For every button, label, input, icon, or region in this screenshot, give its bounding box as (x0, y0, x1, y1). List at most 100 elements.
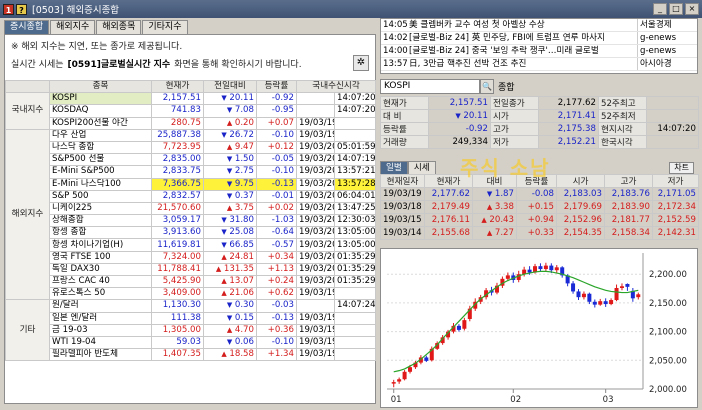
table-row[interactable]: S&P 500 2,832.57 ▼ 0.37 -0.01 19/03/20 06:04:0… (6, 189, 377, 203)
news-item[interactable]: 14:02 [글로벌-Biz 24] 英 민주당, FBI에 트럼프 연루 마사지… (381, 32, 697, 45)
tab-other-index[interactable]: 기타지수 (142, 20, 188, 34)
table-row[interactable]: 영국 FTSE 100 7,324.00 ▲ 24.81 +0.34 19/03/20 01… (6, 250, 377, 264)
daily-row[interactable]: 19/03/19 2,177.62 ▼ 1.87 -0.08 2,183.03 2,183.… (380, 187, 699, 201)
tab-daily[interactable]: 일별 (380, 161, 408, 174)
table-row[interactable]: 독일 DAX30 11,788.41 ▲ 131.35 +1.13 19/03/20 01:… (6, 262, 377, 277)
news-item[interactable]: 14:00 [글로벌-Biz 24] 중국 '보잉 추락 쟁쿠'…미래 글로벌 g-… (381, 45, 697, 58)
table-row[interactable]: 상해종합 3,059.17 ▼ 31.80 -1.03 19/03/20 12:30:03 (6, 214, 377, 228)
daily-row[interactable]: 19/03/18 2,179.49 ▲ 3.38 +0.15 2,179.69 2,183.… (380, 200, 699, 214)
tab-overseas-stock[interactable]: 해외종목 (96, 20, 142, 34)
minimize-button[interactable]: _ (653, 3, 667, 15)
daily-low: 2,142.31 (652, 226, 699, 240)
x-tick-label: 03 (603, 395, 614, 405)
index-name[interactable]: 상해종합 (49, 214, 152, 228)
recv-date: 19/03/20 (296, 177, 335, 191)
index-name[interactable]: E-Mini 나스닥100 (49, 177, 152, 191)
index-name[interactable]: KOSDAQ (49, 104, 152, 118)
table-row[interactable]: 해외지수 다우 산업 25,887.38 ▼ 26.72 -0.10 19/03/19 (5, 128, 377, 301)
index-name[interactable]: 프랑스 CAC 40 (49, 274, 152, 289)
y-tick-label: 2,200.00 (649, 270, 687, 280)
news-headline[interactable]: 日, 3만급 핵추진 선박 건조 추진 (409, 58, 637, 70)
news-item[interactable]: 13:57 日, 3만급 핵추진 선박 건조 추진 아시아경 (381, 58, 697, 71)
close-button[interactable]: × (685, 3, 699, 15)
recv-date: 19/03/19 (296, 335, 335, 350)
table-row[interactable]: 나스닥 종합 7,723.95 ▲ 9.47 +0.12 19/03/20 05:01:59 (6, 140, 377, 155)
index-name[interactable]: WTI 19-04 (49, 335, 152, 350)
index-name[interactable]: S&P500 선물 (49, 153, 152, 167)
index-name[interactable]: 일본 엔/달러 (49, 311, 152, 325)
table-row[interactable]: 국내지수 KOSPI 2,157.51 ▼ 20.11 -0.92 14:07:20 (5, 92, 377, 130)
daily-col-header[interactable]: 현재가 (424, 174, 473, 188)
news-headline[interactable]: [글로벌-Biz 24] 英 민주당, FBI에 트럼프 연루 마사지 (409, 32, 637, 44)
table-row[interactable]: KOSDAQ 741.83 ▼ 7.08 -0.95 14:07:20 (6, 104, 377, 118)
table-row[interactable]: KOSPI200선물 야간 280.75 ▲ 0.20 +0.07 19/03/19 (6, 116, 377, 130)
table-row[interactable]: 프랑스 CAC 40 5,425.90 ▲ 13.07 +0.24 19/03/20 01:… (6, 274, 377, 289)
table-row[interactable]: 항셍 종합 3,913.60 ▼ 25.08 -0.64 19/03/20 13:05:00 (6, 226, 377, 240)
search-icon[interactable]: 🔍 (480, 78, 494, 94)
table-row[interactable]: WTI 19-04 59.03 ▼ 0.06 -0.10 19/03/19 (6, 335, 377, 350)
index-name[interactable]: KOSPI200선물 야간 (49, 116, 152, 130)
table-row[interactable]: 항셍 차이나기업(H) 11,619.81 ▼ 66.85 -0.57 19/03/20 1… (6, 238, 377, 252)
daily-col-header[interactable]: 시가 (556, 174, 605, 188)
table-row[interactable]: 필라델피아 반도체 1,407.35 ▲ 18.58 +1.34 19/03/19 (6, 348, 377, 362)
index-name[interactable]: 필라델피아 반도체 (49, 348, 152, 362)
index-name[interactable]: 유로스톡스 50 (49, 287, 152, 301)
col-recv-time[interactable]: 국내수신시각 (295, 79, 377, 94)
col-price[interactable]: 현재가 (151, 79, 204, 94)
quote-value (646, 135, 699, 149)
symbol-category[interactable]: 종합 (498, 80, 515, 93)
realtime-link[interactable]: [0591]글로벌실시간 지수 (68, 57, 171, 70)
index-name[interactable]: 금 19-03 (49, 323, 152, 337)
tab-market-summary[interactable]: 증시종합 (4, 20, 50, 34)
symbol-input[interactable]: KOSPI (380, 78, 480, 94)
index-price: 111.38 (151, 311, 204, 325)
index-name[interactable]: 원/달러 (49, 299, 152, 313)
up-arrow-icon: ▲ (221, 289, 227, 298)
up-arrow-icon: ▲ (215, 264, 222, 273)
index-name[interactable]: 다우 산업 (49, 128, 152, 142)
help-icon[interactable]: ? (16, 3, 27, 15)
price-chart[interactable]: 2,200.00 2,150.00 2,100.00 2,050.00 2,000.00… (380, 248, 698, 408)
index-name[interactable]: 영국 FTSE 100 (49, 250, 152, 264)
candle-body (619, 286, 624, 288)
table-row[interactable]: S&P500 선물 2,835.00 ▼ 1.50 -0.05 19/03/20 14:07… (6, 153, 377, 167)
daily-row[interactable]: 19/03/15 2,176.11 ▲ 20.43 +0.94 2,152.96 2,181… (380, 213, 699, 227)
index-name[interactable]: 니케이225 (49, 201, 152, 216)
index-name[interactable]: E-Mini S&P500 (49, 165, 152, 179)
index-name[interactable]: 나스닥 종합 (49, 140, 152, 155)
index-name[interactable]: 독일 DAX30 (49, 262, 152, 277)
index-name[interactable]: KOSPI (49, 92, 152, 106)
table-row[interactable]: E-Mini S&P500 2,833.75 ▼ 2.75 -0.10 19/03/20 1… (6, 165, 377, 179)
chart-button[interactable]: 차트 (669, 162, 694, 174)
news-headline[interactable]: [글로벌-Biz 24] 중국 '보잉 추락 쟁쿠'…미래 글로벌 (409, 45, 637, 57)
news-headline[interactable]: 美 클렘버카 교수 여성 첫 아벨상 수상 (409, 19, 637, 31)
down-arrow-icon: ▼ (221, 216, 227, 225)
col-name[interactable]: 종목 (49, 79, 152, 94)
daily-col-header[interactable]: 저가 (652, 174, 699, 188)
table-row[interactable]: 니케이225 21,570.60 ▲ 3.75 +0.02 19/03/20 13:47:2… (6, 201, 377, 216)
daily-row[interactable]: 19/03/14 2,155.68 ▲ 7.27 +0.33 2,154.35 2,158.… (380, 226, 699, 240)
recv-date: 19/03/20 (296, 140, 335, 155)
index-change: ▲ 9.47 (203, 140, 257, 155)
index-name[interactable]: 항셍 차이나기업(H) (49, 238, 152, 252)
index-name[interactable]: 항셍 종합 (49, 226, 152, 240)
daily-col-header[interactable]: 대비 (472, 174, 517, 188)
col-rate[interactable]: 등락률 (256, 79, 297, 94)
tab-quote[interactable]: 시세 (407, 161, 436, 174)
daily-col-header[interactable]: 고가 (604, 174, 653, 188)
daily-col-header[interactable]: 등락률 (516, 174, 557, 188)
news-item[interactable]: 14:05 美 클렘버카 교수 여성 첫 아벨상 수상 서울경제 (381, 19, 697, 32)
index-name[interactable]: S&P 500 (49, 189, 152, 203)
table-row[interactable]: 일본 엔/달러 111.38 ▼ 0.15 -0.13 19/03/19 (6, 311, 377, 325)
table-row[interactable]: 금 19-03 1,305.00 ▲ 4.70 +0.36 19/03/19 (6, 323, 377, 337)
news-time: 14:00 (383, 46, 408, 56)
daily-col-header[interactable]: 현재일자 (380, 174, 425, 188)
tab-overseas-index[interactable]: 해외지수 (50, 20, 96, 34)
table-row[interactable]: E-Mini 나스닥100 7,366.75 ▼ 9.75 -0.13 19/03/20 1… (6, 177, 377, 191)
down-arrow-icon: ▼ (486, 190, 493, 198)
table-row[interactable]: 유로스톡스 50 3,409.00 ▲ 21.06 +0.62 19/03/19 (6, 287, 377, 301)
col-change[interactable]: 전일대비 (203, 79, 257, 94)
settings-icon[interactable]: ✲ (353, 55, 369, 71)
maximize-button[interactable]: □ (669, 3, 683, 15)
table-row[interactable]: 기타 원/달러 1,130.30 ▼ 0.30 -0.03 14:07:24 (5, 299, 377, 362)
